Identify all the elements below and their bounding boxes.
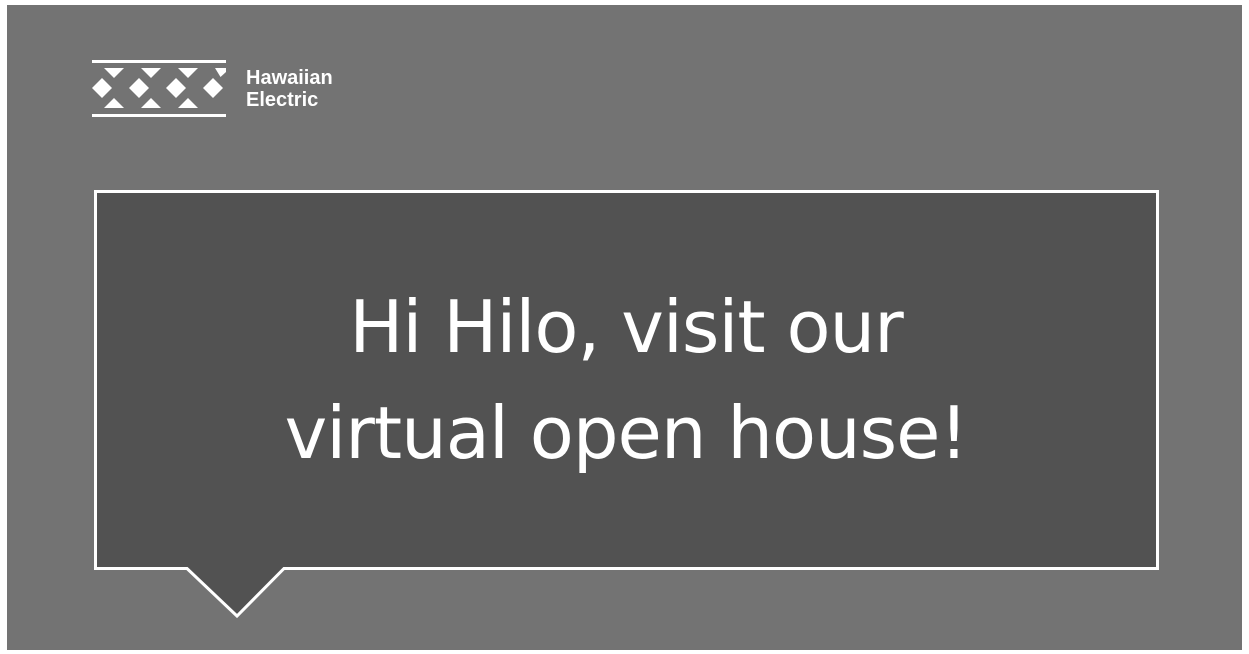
banner-canvas: Hawaiian Electric Hi Hilo, visit our vir… (7, 5, 1242, 650)
headline-line-2: virtual open house! (284, 391, 969, 475)
headline-message: Hi Hilo, visit our virtual open house! (95, 191, 1157, 569)
headline-line-1: Hi Hilo, visit our (349, 285, 904, 369)
